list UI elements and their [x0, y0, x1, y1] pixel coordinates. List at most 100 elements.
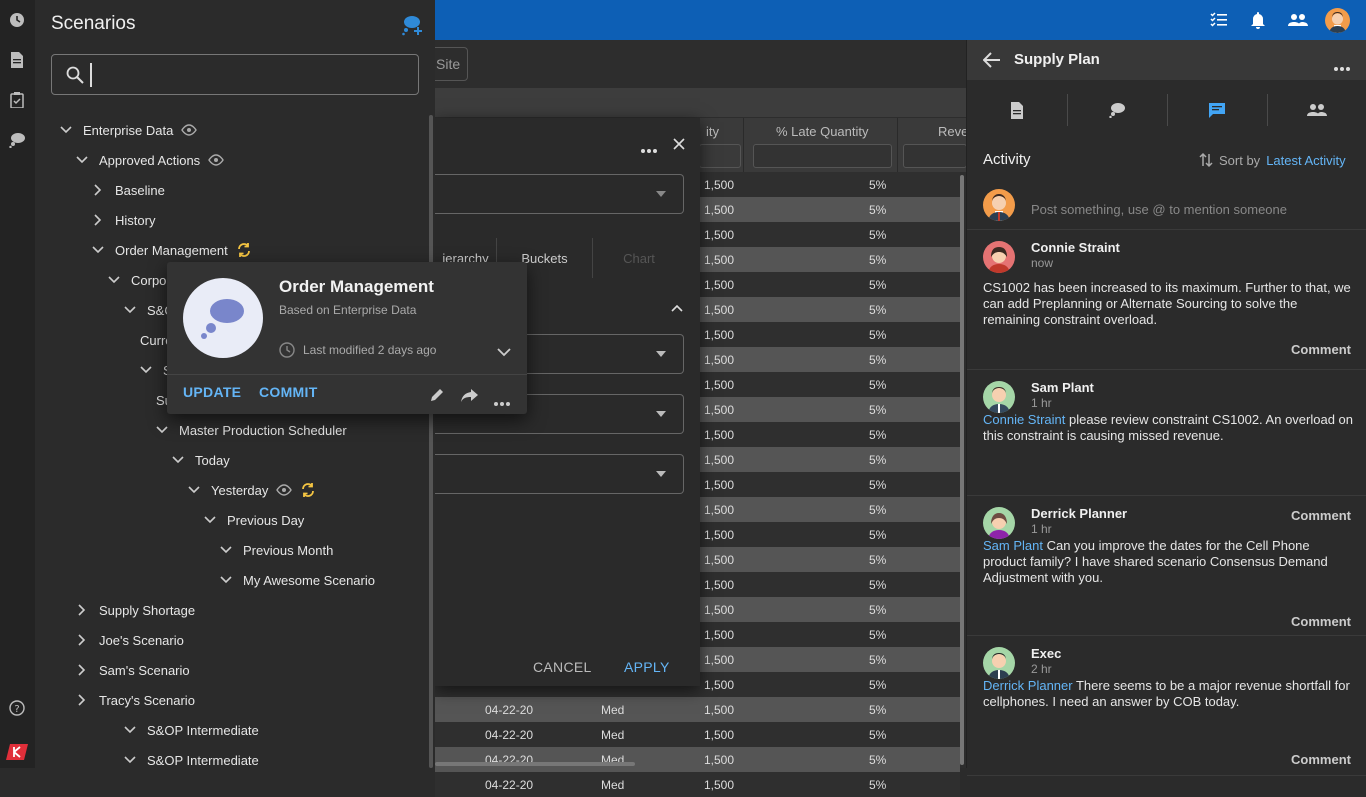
post-composer[interactable]: Post something, use @ to mention someone: [967, 180, 1366, 230]
filter-quantity-input[interactable]: [699, 144, 741, 168]
tree-node[interactable]: S&OP Intermediate: [123, 745, 259, 775]
tree-node[interactable]: Yesterday: [187, 475, 316, 505]
table-row[interactable]: 04-22-20 Med 1,500 5%: [435, 772, 960, 797]
checklist-icon[interactable]: [1210, 11, 1228, 34]
chevron-down-icon[interactable]: [75, 153, 89, 167]
tree-node[interactable]: Tracy's Scenario: [75, 685, 195, 715]
column-late-quantity[interactable]: % Late Quantity: [743, 118, 897, 172]
sort-control[interactable]: Sort by Latest Activity: [1199, 152, 1346, 168]
chevron-right-icon[interactable]: [91, 183, 105, 197]
tree-node[interactable]: Supply Shortage: [75, 595, 195, 625]
more-options-icon[interactable]: [1334, 58, 1350, 76]
tree-node[interactable]: Order Management: [91, 235, 252, 265]
eye-icon[interactable]: [181, 124, 198, 136]
tree-node[interactable]: History: [91, 205, 155, 235]
grid-vertical-scrollbar[interactable]: [960, 175, 964, 765]
tree-node[interactable]: Master Production Scheduler: [155, 415, 347, 445]
tab-chart[interactable]: Chart: [593, 238, 685, 278]
commit-button[interactable]: COMMIT: [259, 384, 318, 400]
tree-node[interactable]: Sam's Scenario: [75, 655, 190, 685]
bell-icon[interactable]: [1250, 11, 1266, 34]
sync-icon[interactable]: [236, 242, 252, 258]
post-input-placeholder[interactable]: Post something, use @ to mention someone: [1031, 202, 1287, 217]
clock-icon[interactable]: [8, 11, 26, 29]
tree-node[interactable]: Approved Actions: [75, 145, 225, 175]
comment-button[interactable]: Comment: [1291, 752, 1351, 767]
site-button[interactable]: Site: [435, 47, 468, 81]
document-icon[interactable]: [8, 51, 26, 69]
chevron-down-icon[interactable]: [155, 423, 169, 437]
chevron-down-icon[interactable]: [203, 513, 217, 527]
apply-button[interactable]: APPLY: [624, 659, 670, 675]
comment-button[interactable]: Comment: [1291, 342, 1351, 357]
tree-node[interactable]: Previous Day: [203, 505, 304, 535]
search-field[interactable]: [51, 54, 419, 95]
chevron-down-icon[interactable]: [219, 543, 233, 557]
filter-revenue-input[interactable]: [903, 144, 967, 168]
tree-node[interactable]: S&OP Intermediate: [123, 715, 259, 745]
chevron-right-icon[interactable]: [75, 693, 89, 707]
dropdown-4[interactable]: [435, 454, 684, 494]
tree-node[interactable]: Enterprise Data: [59, 115, 198, 145]
mention-link[interactable]: Sam Plant: [983, 538, 1043, 553]
tree-node[interactable]: Baseline: [91, 175, 165, 205]
tab-collaborators[interactable]: [1267, 80, 1366, 140]
column-revenue[interactable]: Reve: [897, 118, 968, 172]
comment-button[interactable]: Comment: [1291, 614, 1351, 629]
eye-icon[interactable]: [208, 154, 225, 166]
grid-horizontal-scrollbar[interactable]: [435, 762, 635, 766]
chevron-right-icon[interactable]: [75, 633, 89, 647]
mention-link[interactable]: Derrick Planner: [983, 678, 1073, 693]
mention-link[interactable]: Connie Straint: [983, 412, 1065, 427]
tab-details[interactable]: [967, 80, 1067, 140]
search-input[interactable]: [90, 63, 410, 87]
chevron-down-icon[interactable]: [497, 344, 511, 362]
cancel-button[interactable]: CANCEL: [533, 659, 592, 675]
back-arrow-icon[interactable]: [982, 52, 1001, 73]
thought-bubble-icon[interactable]: [8, 131, 26, 149]
table-row[interactable]: 04-22-20 Med 1,500 5%: [435, 722, 960, 747]
chevron-right-icon[interactable]: [75, 663, 89, 677]
sidebar-scrollbar[interactable]: [429, 115, 433, 768]
author-name[interactable]: Exec: [1031, 646, 1061, 661]
author-name[interactable]: Sam Plant: [1031, 380, 1094, 395]
chevron-up-icon[interactable]: [671, 299, 683, 317]
tree-node[interactable]: Joe's Scenario: [75, 625, 184, 655]
author-name[interactable]: Connie Straint: [1031, 240, 1120, 255]
chevron-down-icon[interactable]: [171, 453, 185, 467]
close-icon[interactable]: [673, 137, 685, 155]
edit-icon[interactable]: [429, 387, 445, 408]
chevron-down-icon[interactable]: [139, 363, 153, 377]
people-icon[interactable]: [1288, 12, 1308, 33]
sort-value-link[interactable]: Latest Activity: [1266, 153, 1345, 168]
tree-node[interactable]: Today: [171, 445, 230, 475]
clipboard-check-icon[interactable]: [8, 91, 26, 109]
filter-late-quantity-input[interactable]: [753, 144, 892, 168]
chevron-down-icon[interactable]: [219, 573, 233, 587]
chevron-down-icon[interactable]: [123, 753, 137, 767]
tree-node[interactable]: My Awesome Scenario: [219, 565, 375, 595]
chevron-right-icon[interactable]: [91, 213, 105, 227]
more-options-icon[interactable]: [494, 393, 510, 411]
chevron-down-icon[interactable]: [59, 123, 73, 137]
share-icon[interactable]: [461, 387, 479, 408]
chevron-right-icon[interactable]: [75, 603, 89, 617]
tab-scenarios[interactable]: [1067, 80, 1167, 140]
chevron-down-icon[interactable]: [123, 303, 137, 317]
update-button[interactable]: UPDATE: [183, 384, 241, 400]
eye-icon[interactable]: [276, 484, 293, 496]
author-name[interactable]: Derrick Planner: [1031, 506, 1127, 521]
tab-activity[interactable]: [1167, 80, 1267, 140]
help-icon[interactable]: ?: [8, 699, 26, 717]
chevron-down-icon[interactable]: [91, 243, 105, 257]
user-avatar[interactable]: [1325, 8, 1350, 33]
table-row[interactable]: 04-22-20 Med 1,500 5%: [435, 747, 960, 772]
sync-icon[interactable]: [300, 482, 316, 498]
add-scenario-icon[interactable]: [401, 14, 423, 36]
chevron-down-icon[interactable]: [123, 723, 137, 737]
dropdown-1[interactable]: [435, 174, 684, 214]
more-options-icon[interactable]: [641, 140, 657, 158]
tree-node[interactable]: Previous Month: [219, 535, 333, 565]
table-row[interactable]: 04-22-20 Med 1,500 5%: [435, 697, 960, 722]
chevron-down-icon[interactable]: [187, 483, 201, 497]
